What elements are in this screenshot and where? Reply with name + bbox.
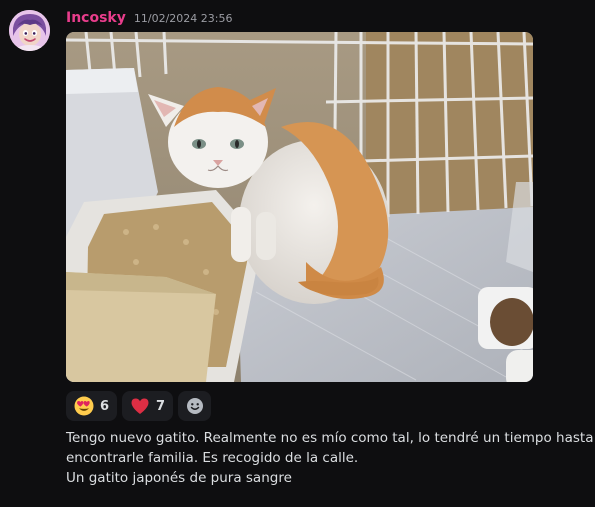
red-heart-emoji-icon (131, 398, 149, 414)
message-line: Un gatito japonés de pura sangre (66, 470, 292, 486)
image-attachment[interactable] (66, 32, 533, 382)
reaction-count: 6 (100, 398, 110, 414)
cartoon-character-avatar-icon (9, 10, 50, 51)
chat-message: Incosky 11/02/2024 23:56 6 7 Tengo nuevo… (0, 0, 595, 507)
add-reaction-icon (186, 398, 203, 414)
cat-in-cage-photo-icon (66, 32, 533, 382)
heart-eyes-emoji-icon (74, 396, 94, 416)
add-reaction-button[interactable] (178, 391, 212, 421)
message-header: Incosky 11/02/2024 23:56 (66, 10, 232, 30)
reaction-heart-eyes[interactable]: 6 (66, 391, 118, 421)
message-line: Tengo nuevo gatito. Realmente no es mío … (66, 430, 594, 446)
user-avatar[interactable] (9, 10, 50, 51)
username[interactable]: Incosky (66, 10, 126, 26)
timestamp: 11/02/2024 23:56 (133, 12, 233, 25)
message-content: Tengo nuevo gatito. Realmente no es mío … (66, 428, 594, 488)
message-line: encontrarle familia. Es recogido de la c… (66, 450, 359, 466)
reactions-bar: 6 7 (66, 391, 212, 421)
reaction-count: 7 (156, 398, 166, 414)
reaction-red-heart[interactable]: 7 (122, 391, 174, 421)
